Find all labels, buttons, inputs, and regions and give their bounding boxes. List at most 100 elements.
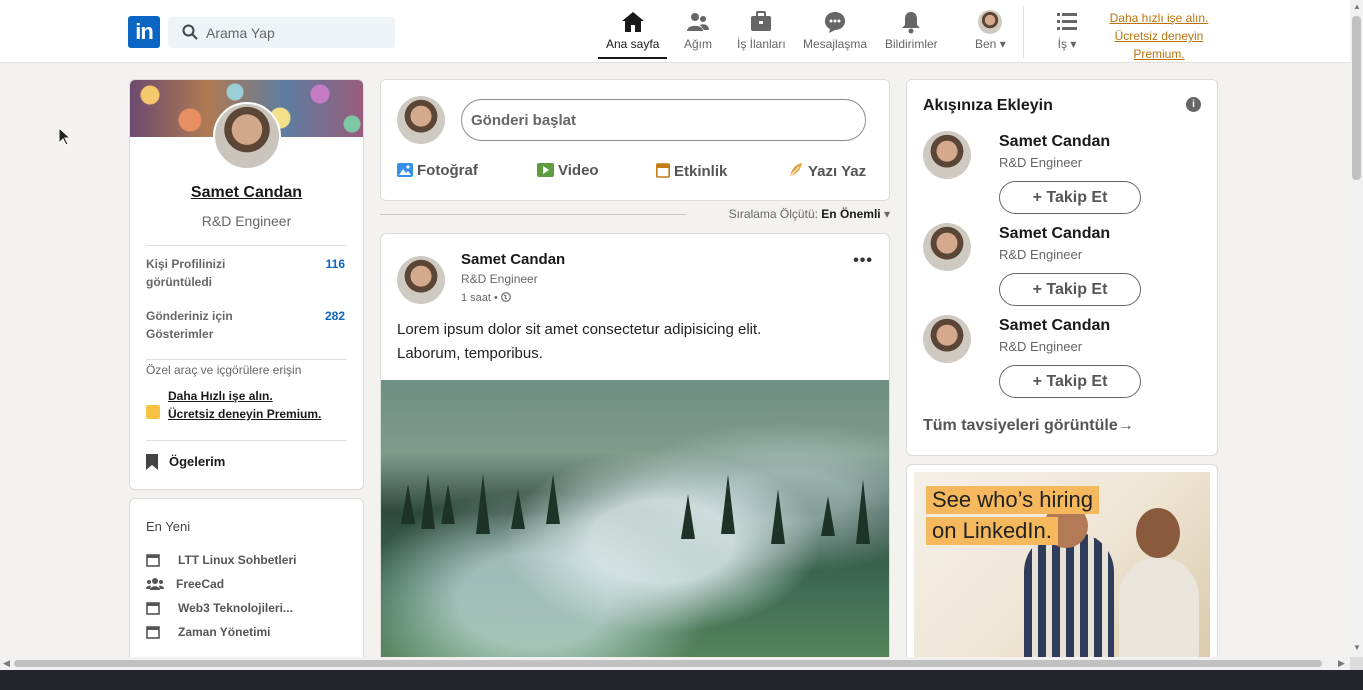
nav-me[interactable]: Ben ▾ — [975, 10, 1006, 51]
premium-line-1: Daha hızlı işe alın. — [1109, 11, 1209, 25]
recommendation-avatar[interactable] — [923, 223, 971, 271]
avatar — [978, 10, 1003, 34]
info-icon[interactable]: i — [1186, 97, 1201, 112]
nav-home[interactable]: Ana sayfa — [597, 10, 668, 59]
post-more-options[interactable]: ••• — [853, 252, 873, 270]
divider — [146, 245, 347, 246]
profile-title: R&D Engineer — [201, 213, 292, 229]
plus-icon: + — [1032, 372, 1047, 390]
profile-card: Samet Candan R&D Engineer Kişi Profilini… — [129, 79, 364, 490]
stat-value: 282 — [324, 309, 345, 323]
scroll-down-icon[interactable]: ▼ — [1353, 643, 1361, 652]
nav-jobs[interactable]: İş İlanları — [737, 10, 786, 51]
follow-button[interactable]: + Takip Et — [999, 181, 1141, 214]
write-article-button[interactable]: Yazı Yaz — [788, 162, 866, 180]
post-impressions-stat[interactable]: Gönderiniz için Gösterimler 282 — [146, 307, 347, 343]
recommendation: Samet Candan R&D Engineer + Takip Et — [923, 223, 1203, 309]
event-label: Etkinlik — [674, 163, 728, 180]
horizontal-scrollbar[interactable]: ◀ ▶ — [0, 657, 1350, 670]
search-input[interactable] — [206, 17, 386, 48]
profile-name[interactable]: Samet Candan — [130, 184, 363, 202]
recent-item[interactable]: Web3 Teknolojileri... — [146, 601, 293, 615]
search-icon — [182, 24, 198, 40]
sort-dropdown[interactable]: Sıralama Ölçütü: En Önemli ▾ — [729, 207, 890, 221]
recommendation-name[interactable]: Samet Candan — [999, 225, 1110, 243]
nav-notifications[interactable]: Bildirimler — [885, 10, 938, 51]
event-button[interactable]: Etkinlik — [656, 162, 727, 180]
recent-item[interactable]: Zaman Yönetimi — [146, 625, 270, 639]
recent-item-label: Web3 Teknolojileri... — [178, 601, 293, 615]
search-box[interactable] — [168, 17, 395, 48]
nav-messaging[interactable]: Mesajlaşma — [803, 10, 867, 51]
nav-network-label: Ağım — [684, 37, 713, 51]
start-post-button[interactable]: Gönderi başlat — [461, 99, 866, 141]
recommendation-avatar[interactable] — [923, 315, 971, 363]
divider — [380, 214, 686, 215]
top-navigation: in Ana sayfa Ağım İş İlanları Mesajlaşma… — [0, 0, 1350, 63]
follow-button[interactable]: + Takip Et — [999, 365, 1141, 398]
add-to-feed-card: Akışınıza Ekleyin i Samet Candan R&D Eng… — [906, 79, 1218, 456]
saved-items-link[interactable]: Ögelerim — [146, 454, 225, 470]
photo-button[interactable]: Fotoğraf — [397, 162, 478, 179]
premium-line-3: Premium. — [1133, 47, 1185, 61]
premium-promo-line-1: Daha Hızlı işe alın. — [168, 389, 273, 403]
view-all-recommendations-link[interactable]: Tüm tavsiyeleri görüntüle→ — [923, 417, 1134, 435]
recommendation-name[interactable]: Samet Candan — [999, 317, 1110, 335]
linkedin-logo[interactable]: in — [128, 16, 160, 48]
article-label: Yazı Yaz — [808, 163, 867, 180]
post-author-avatar[interactable] — [397, 256, 445, 304]
profile-avatar[interactable] — [213, 102, 281, 170]
photo-label: Fotoğraf — [417, 162, 478, 179]
profile-views-stat[interactable]: Kişi Profilinizi görüntüledi 116 — [146, 255, 347, 291]
ad-image[interactable]: See who’s hiring on LinkedIn. — [914, 472, 1210, 669]
post-body-line-1: Lorem ipsum dolor sit amet consectetur a… — [397, 321, 762, 338]
plus-icon: + — [1032, 188, 1047, 206]
chevron-down-icon: ▾ — [996, 37, 1006, 51]
post-author-name[interactable]: Samet Candan — [461, 251, 565, 268]
tools-text: Özel araç ve içgörülere erişin — [146, 363, 302, 377]
nav-work[interactable]: İş ▾ — [1055, 10, 1079, 51]
recommendation-avatar[interactable] — [923, 131, 971, 179]
calendar-icon — [146, 554, 160, 567]
stat-label: Gönderiniz için Gösterimler — [146, 309, 233, 341]
tree — [721, 474, 735, 534]
recommendation-name[interactable]: Samet Candan — [999, 133, 1110, 151]
post-image[interactable] — [381, 380, 889, 672]
calendar-icon — [656, 163, 670, 178]
nav-work-label: İş — [1057, 37, 1067, 51]
premium-promo-text: Daha Hızlı işe alın. Ücretsiz deneyin Pr… — [168, 387, 348, 423]
scroll-left-icon[interactable]: ◀ — [3, 658, 10, 669]
follow-button[interactable]: + Takip Et — [999, 273, 1141, 306]
nav-me-label: Ben — [975, 37, 997, 51]
bookmark-icon — [146, 454, 158, 470]
briefcase-icon — [751, 11, 772, 31]
scroll-up-icon[interactable]: ▲ — [1353, 2, 1361, 11]
composer-avatar[interactable] — [397, 96, 445, 144]
premium-icon — [146, 405, 160, 419]
tree — [401, 484, 415, 524]
feed-post: Samet Candan R&D Engineer 1 saat • ••• L… — [380, 233, 890, 673]
tree — [856, 479, 870, 544]
ad-person — [1024, 532, 1114, 669]
video-icon — [537, 163, 554, 177]
follow-label: Takip Et — [1046, 280, 1108, 298]
scroll-right-icon[interactable]: ▶ — [1338, 658, 1345, 669]
stat-label: Kişi Profilinizi görüntüledi — [146, 257, 226, 289]
premium-trial-link[interactable]: Daha hızlı işe alın. Ücretsiz deneyin Pr… — [1104, 9, 1214, 63]
article-icon — [790, 163, 802, 176]
scrollbar-thumb[interactable] — [1352, 16, 1361, 180]
network-icon — [687, 13, 709, 31]
photo-icon — [397, 163, 413, 177]
nav-network[interactable]: Ağım — [684, 10, 712, 51]
recommendation-title: R&D Engineer — [999, 339, 1083, 354]
scrollbar-thumb[interactable] — [14, 660, 1322, 667]
recent-heading: En Yeni — [146, 519, 191, 534]
recent-item[interactable]: LTT Linux Sohbetleri — [146, 553, 296, 567]
nav-notifications-label: Bildirimler — [885, 37, 938, 51]
tree — [421, 474, 435, 529]
ad-card[interactable]: See who’s hiring on LinkedIn. — [906, 464, 1218, 670]
recent-item[interactable]: FreeCad — [146, 577, 224, 591]
vertical-scrollbar[interactable]: ▲ ▼ — [1350, 0, 1363, 657]
mouse-cursor-icon — [59, 128, 71, 146]
video-button[interactable]: Video — [537, 162, 599, 179]
